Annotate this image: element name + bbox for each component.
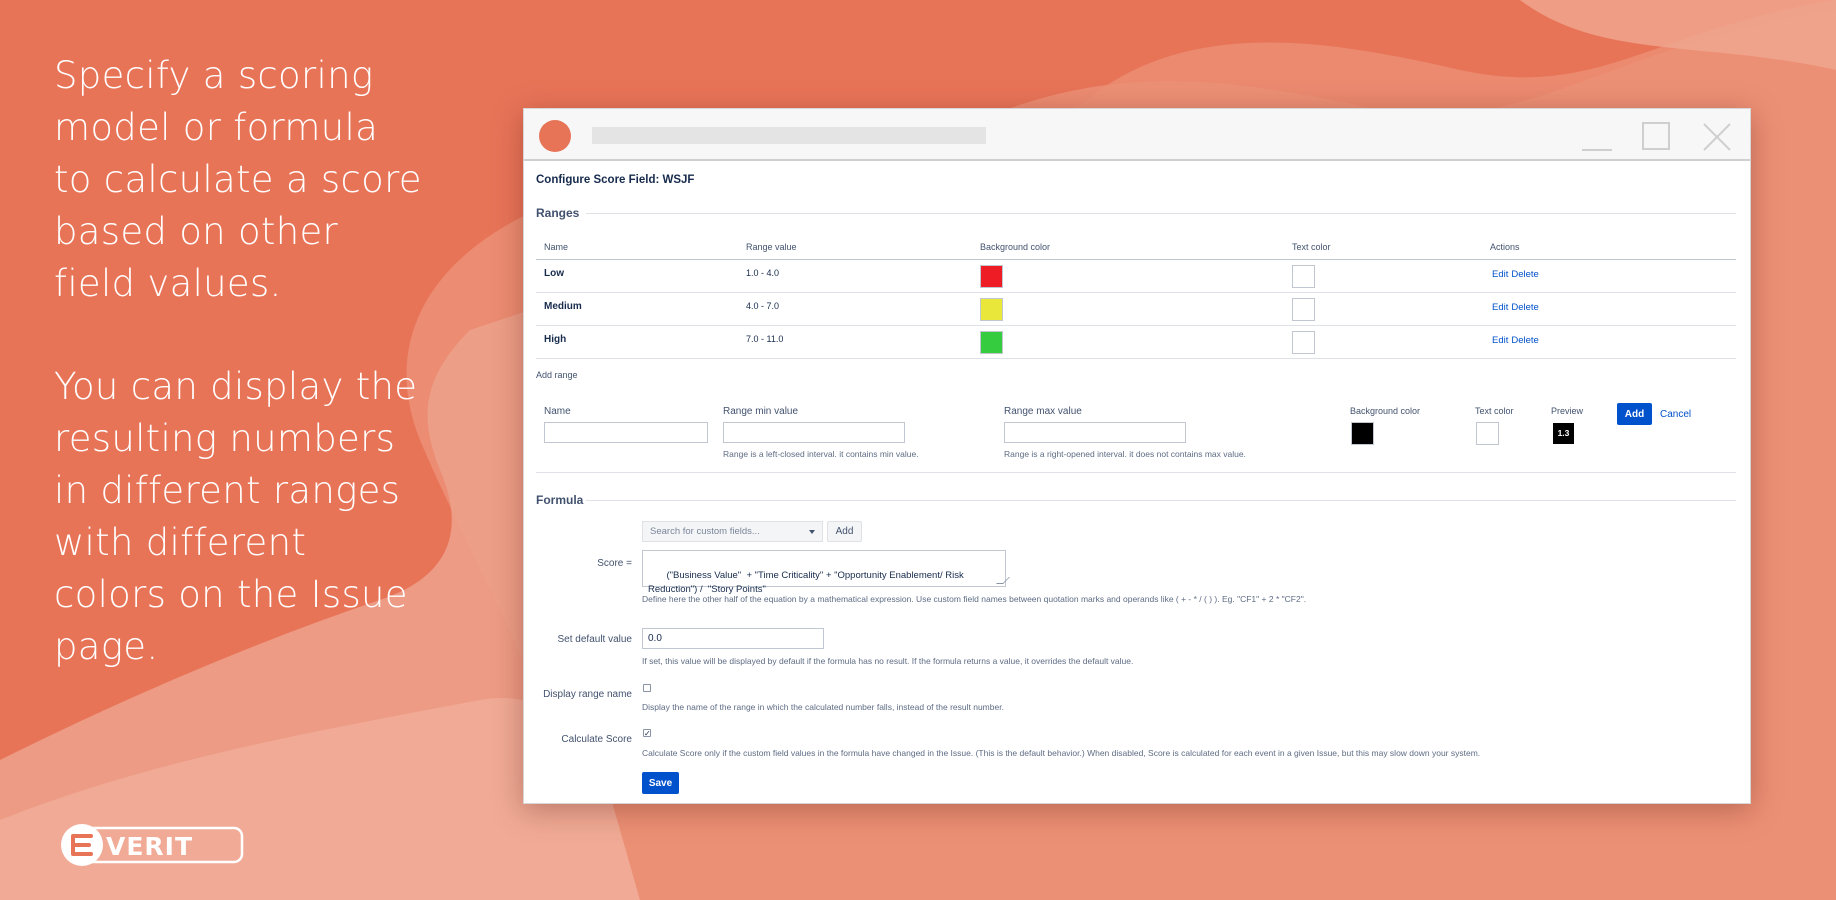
chevron-down-icon bbox=[809, 530, 815, 534]
close-icon[interactable] bbox=[1702, 122, 1732, 152]
resize-grip-icon[interactable] bbox=[996, 577, 1010, 584]
row-divider bbox=[536, 292, 1736, 293]
range-min-help: Range is a left-closed interval. it cont… bbox=[723, 449, 919, 459]
range-name-input[interactable] bbox=[544, 422, 708, 443]
range-bg-swatch-high bbox=[980, 331, 1003, 354]
range-value-high: 7.0 - 11.0 bbox=[746, 334, 784, 344]
range-name-high: High bbox=[544, 334, 567, 345]
col-actions: Actions bbox=[1490, 242, 1520, 252]
default-value-label: Set default value bbox=[557, 634, 633, 645]
default-value-help: If set, this value will be displayed by … bbox=[642, 656, 1134, 666]
delete-low-link[interactable]: Delete bbox=[1511, 269, 1538, 280]
promo-paragraph-2: You can display the resulting numbers in… bbox=[54, 365, 418, 668]
add-range-button[interactable]: Add bbox=[1617, 403, 1652, 425]
col-background-color: Background color bbox=[980, 242, 1051, 252]
logo-text: VERIT bbox=[106, 832, 193, 861]
ranges-section-title: Ranges bbox=[536, 206, 580, 220]
range-name-low: Low bbox=[544, 268, 564, 279]
delete-high-link[interactable]: Delete bbox=[1511, 335, 1538, 346]
range-max-label: Range max value bbox=[1004, 406, 1082, 417]
preview-label: Preview bbox=[1551, 406, 1584, 416]
range-actions-high: Edit Delete bbox=[1492, 335, 1542, 346]
custom-field-search-placeholder: Search for custom fields... bbox=[650, 526, 760, 537]
add-range-text-color-label: Text color bbox=[1475, 406, 1514, 416]
cancel-range-link[interactable]: Cancel bbox=[1660, 409, 1691, 420]
calculate-score-help: Calculate Score only if the custom field… bbox=[642, 748, 1481, 758]
calculate-score-label: Calculate Score bbox=[561, 734, 632, 745]
maximize-icon[interactable] bbox=[1642, 122, 1670, 150]
range-bg-swatch-medium bbox=[980, 298, 1003, 321]
edit-low-link[interactable]: Edit bbox=[1492, 269, 1508, 280]
everit-logo: VERIT bbox=[61, 824, 244, 866]
score-help: Define here the other half of the equati… bbox=[642, 594, 1307, 604]
display-range-help: Display the name of the range in which t… bbox=[642, 702, 1004, 712]
col-range-value: Range value bbox=[746, 242, 797, 252]
table-header-divider bbox=[536, 259, 1736, 260]
formula-section-title: Formula bbox=[536, 493, 584, 507]
add-range-bg-picker[interactable] bbox=[1351, 422, 1374, 445]
page-content: Configure Score Field: WSJF Ranges Name … bbox=[536, 163, 1736, 799]
add-range-divider bbox=[536, 472, 1736, 473]
add-range-title: Add range bbox=[536, 370, 578, 380]
add-range-name-label: Name bbox=[544, 406, 571, 417]
col-name: Name bbox=[544, 242, 569, 252]
range-max-input[interactable] bbox=[1004, 422, 1186, 443]
custom-field-search-select[interactable]: Search for custom fields... bbox=[642, 521, 823, 542]
range-actions-low: Edit Delete bbox=[1492, 269, 1542, 280]
score-label: Score = bbox=[597, 558, 632, 569]
page-title: Configure Score Field: WSJF bbox=[536, 174, 695, 186]
preview-box: 1.3 bbox=[1553, 423, 1574, 444]
edit-high-link[interactable]: Edit bbox=[1492, 335, 1508, 346]
default-value-input[interactable] bbox=[642, 628, 824, 649]
ranges-divider bbox=[586, 213, 1736, 214]
range-text-swatch-medium bbox=[1292, 298, 1315, 321]
window-dot-icon bbox=[539, 120, 571, 152]
range-text-swatch-high bbox=[1292, 331, 1315, 354]
edit-medium-link[interactable]: Edit bbox=[1492, 302, 1508, 313]
range-value-medium: 4.0 - 7.0 bbox=[746, 301, 780, 311]
range-bg-swatch-low bbox=[980, 265, 1003, 288]
range-name-medium: Medium bbox=[544, 301, 582, 312]
row-divider bbox=[536, 358, 1736, 359]
add-range-text-color-picker[interactable] bbox=[1476, 422, 1499, 445]
range-actions-medium: Edit Delete bbox=[1492, 302, 1542, 313]
save-button[interactable]: Save bbox=[642, 772, 679, 794]
col-text-color: Text color bbox=[1292, 242, 1331, 252]
window-titlebar bbox=[524, 109, 1750, 161]
add-field-button[interactable]: Add bbox=[827, 521, 862, 542]
range-text-swatch-low bbox=[1292, 265, 1315, 288]
display-range-checkbox[interactable] bbox=[643, 684, 651, 692]
promo-paragraph-1: Specify a scoring model or formula to ca… bbox=[54, 54, 422, 305]
range-max-help: Range is a right-opened interval. it doe… bbox=[1004, 449, 1246, 459]
row-divider bbox=[536, 325, 1736, 326]
checkmark-icon: ✓ bbox=[644, 729, 651, 738]
score-formula-textarea[interactable]: ("Business Value" + "Time Criticality" +… bbox=[642, 550, 1010, 595]
score-formula-text: ("Business Value" + "Time Criticality" +… bbox=[648, 570, 964, 595]
address-bar[interactable] bbox=[592, 127, 986, 144]
formula-divider bbox=[586, 500, 1736, 501]
range-min-label: Range min value bbox=[723, 406, 799, 417]
range-min-input[interactable] bbox=[723, 422, 905, 443]
delete-medium-link[interactable]: Delete bbox=[1511, 302, 1538, 313]
display-range-label: Display range name bbox=[543, 689, 632, 700]
range-value-low: 1.0 - 4.0 bbox=[746, 268, 780, 278]
app-window: Configure Score Field: WSJF Ranges Name … bbox=[523, 108, 1751, 804]
calculate-score-checkbox[interactable]: ✓ bbox=[643, 729, 651, 738]
minimize-icon[interactable] bbox=[1582, 149, 1612, 151]
add-range-bg-label: Background color bbox=[1350, 406, 1421, 416]
